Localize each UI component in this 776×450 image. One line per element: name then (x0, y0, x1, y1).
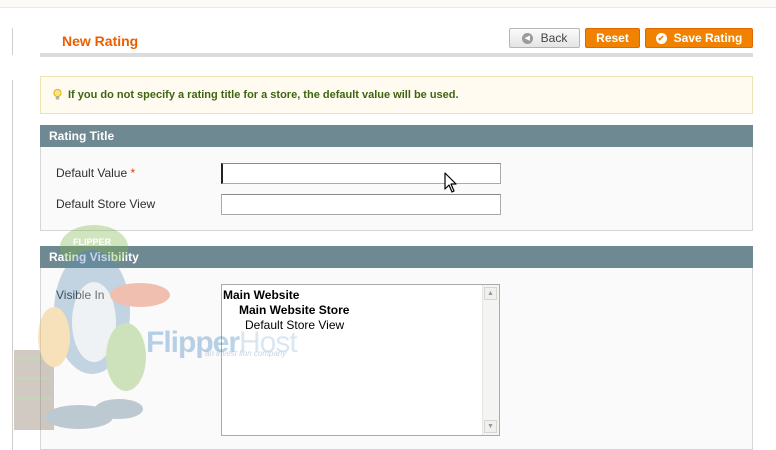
rating-title-header: Rating Title (40, 125, 753, 147)
title-underline (40, 53, 753, 57)
back-button[interactable]: ◀ Back (509, 28, 580, 48)
default-store-view-label: Default Store View (56, 197, 156, 211)
required-asterisk: * (130, 166, 136, 180)
scroll-down-icon[interactable]: ▼ (484, 420, 497, 433)
default-value-label: Default Value * (56, 166, 136, 180)
checkmark-icon: ✔ (655, 32, 667, 44)
notice-message: If you do not specify a rating title for… (40, 76, 753, 114)
multiselect-scrollbar[interactable]: ▲ ▼ (482, 285, 499, 435)
watermark-tagline: an invest lion company (205, 349, 287, 358)
reset-button-label: Reset (596, 31, 629, 45)
notice-text: If you do not specify a rating title for… (68, 89, 459, 101)
scroll-up-icon[interactable]: ▲ (484, 287, 497, 300)
top-strip (0, 0, 776, 8)
mouse-pointer-icon (444, 172, 457, 193)
save-rating-button[interactable]: ✔ Save Rating (645, 28, 753, 48)
mascot-badge-text: FLIPPER (73, 237, 112, 247)
left-divider (12, 28, 13, 55)
default-store-view-input[interactable] (221, 194, 501, 215)
page-title: New Rating (62, 33, 139, 49)
back-arrow-icon: ◀ (521, 32, 533, 44)
reset-button[interactable]: Reset (585, 28, 640, 48)
lightbulb-icon (53, 89, 62, 100)
back-button-label: Back (540, 31, 568, 45)
save-button-label: Save Rating (673, 31, 743, 45)
left-divider (12, 80, 13, 450)
default-value-input[interactable] (221, 163, 501, 184)
